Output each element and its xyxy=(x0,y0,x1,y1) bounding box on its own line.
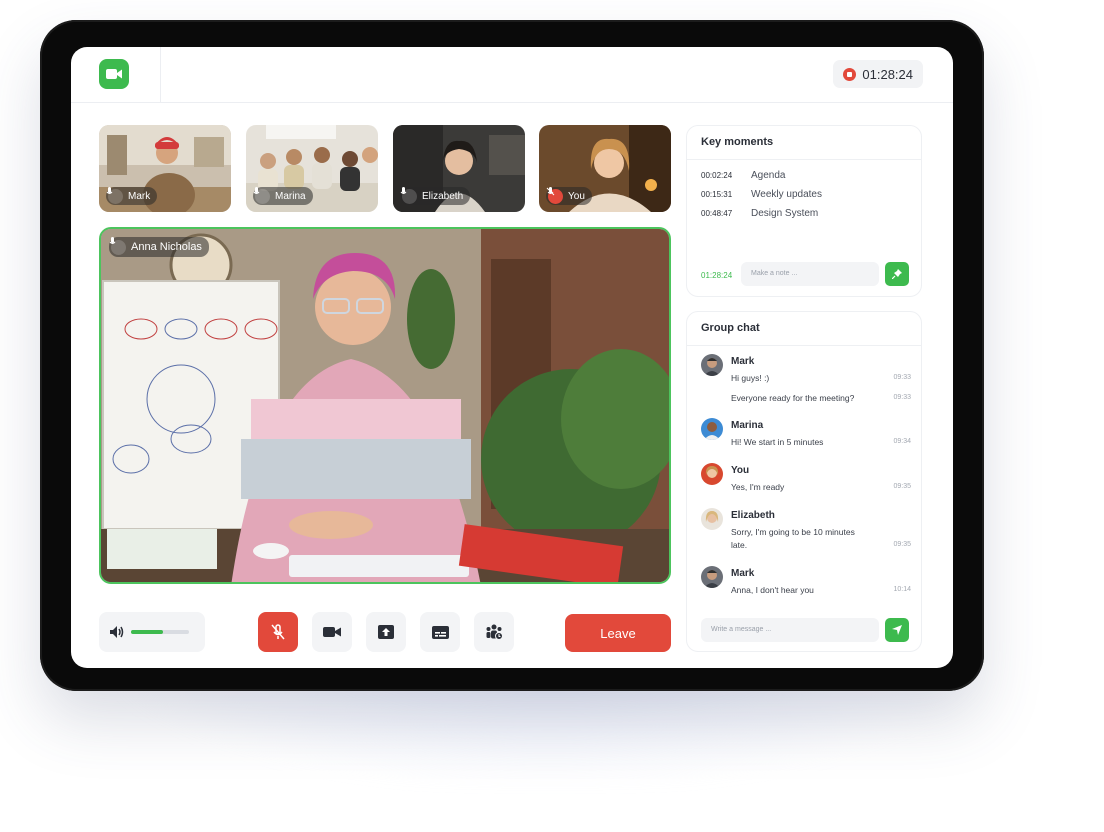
captions-button[interactable] xyxy=(420,612,460,652)
key-moments-title: Key moments xyxy=(687,126,921,160)
camera-button[interactable] xyxy=(312,612,352,652)
chat-sender: Marina xyxy=(731,420,764,431)
participant-tile-marina[interactable]: Marina xyxy=(246,125,378,212)
participant-name: You xyxy=(568,190,585,202)
participant-tile-you[interactable]: You xyxy=(539,125,671,212)
microphone-icon[interactable] xyxy=(109,237,126,255)
participant-label: Elizabeth xyxy=(400,187,471,205)
participant-tile-mark[interactable]: Mark xyxy=(99,125,231,212)
share-screen-icon xyxy=(378,625,394,639)
app-screen: 01:28:24 Mark Marina Elizabeth You Anna … xyxy=(71,47,953,668)
microphone-muted-icon[interactable] xyxy=(546,187,563,204)
microphone-icon[interactable] xyxy=(106,187,123,204)
participant-label: Marina xyxy=(253,187,313,205)
chat-text: Anna, I don't hear you xyxy=(731,585,814,595)
participant-name: Elizabeth xyxy=(422,190,464,202)
main-video[interactable]: Anna Nicholas xyxy=(99,227,671,584)
volume-icon[interactable] xyxy=(109,625,125,639)
leave-button[interactable]: Leave xyxy=(565,614,671,652)
key-moment-label: Weekly updates xyxy=(751,189,822,200)
chat-time: 09:33 xyxy=(893,394,911,401)
participant-name: Marina xyxy=(275,190,306,202)
note-timestamp: 01:28:24 xyxy=(701,271,733,280)
volume-control[interactable] xyxy=(99,612,205,652)
avatar xyxy=(701,418,723,440)
mute-microphone-button[interactable] xyxy=(258,612,298,652)
speaker-label: Anna Nicholas xyxy=(109,237,209,257)
volume-slider[interactable] xyxy=(131,630,189,634)
share-screen-button[interactable] xyxy=(366,612,406,652)
volume-slider-fill xyxy=(131,630,163,634)
key-moment-item[interactable]: 00:48:47 Design System xyxy=(701,208,818,219)
chat-text: Hi! We start in 5 minutes xyxy=(731,437,824,447)
avatar xyxy=(701,463,723,485)
send-icon xyxy=(892,625,902,635)
key-moment-item[interactable]: 00:15:31 Weekly updates xyxy=(701,189,822,200)
chat-sender: Mark xyxy=(731,568,755,579)
recording-indicator[interactable]: 01:28:24 xyxy=(833,60,923,88)
participant-label: Mark xyxy=(106,187,158,205)
chat-sender: You xyxy=(731,465,750,476)
avatar xyxy=(701,508,723,530)
speaker-name: Anna Nicholas xyxy=(131,241,202,253)
group-chat-title: Group chat xyxy=(687,312,921,346)
chat-message: Elizabeth Sorry, I'm going to be 10 minu… xyxy=(701,508,911,552)
chat-sender: Mark xyxy=(731,356,755,367)
top-bar: 01:28:24 xyxy=(71,47,953,103)
chat-text: Yes, I'm ready xyxy=(731,482,785,492)
pin-note-button[interactable] xyxy=(885,262,909,286)
microphone-icon[interactable] xyxy=(400,187,417,204)
chat-message: Mark Hi guys! :) 09:33 Everyone ready fo… xyxy=(701,354,911,404)
avatar xyxy=(701,566,723,588)
microphone-muted-icon xyxy=(271,624,285,640)
video-camera-icon[interactable] xyxy=(99,59,129,89)
chat-time: 09:35 xyxy=(893,483,911,490)
microphone-icon[interactable] xyxy=(253,187,270,204)
recording-time: 01:28:24 xyxy=(862,66,913,82)
avatar xyxy=(701,354,723,376)
key-moments-panel: Key moments 00:02:24 Agenda 00:15:31 Wee… xyxy=(686,125,922,297)
tablet-device: 01:28:24 Mark Marina Elizabeth You Anna … xyxy=(40,20,984,691)
key-moment-time: 00:02:24 xyxy=(701,171,733,180)
chat-time: 09:35 xyxy=(893,541,911,548)
key-moment-time: 00:48:47 xyxy=(701,209,733,218)
participant-name: Mark xyxy=(128,190,151,202)
chat-text: Hi guys! :) xyxy=(731,373,770,383)
key-moment-label: Agenda xyxy=(751,170,786,181)
participant-label: You xyxy=(546,187,592,205)
chat-text: Sorry, I'm going to be 10 minutes xyxy=(731,527,855,537)
message-input[interactable]: Write a message ... xyxy=(701,618,879,642)
chat-text: late. xyxy=(731,540,748,550)
send-message-button[interactable] xyxy=(885,618,909,642)
key-moment-time: 00:15:31 xyxy=(701,190,733,199)
key-moment-label: Design System xyxy=(751,208,819,219)
record-stop-icon xyxy=(843,67,857,81)
call-controls: Leave xyxy=(99,612,671,652)
chat-message: Mark Anna, I don't hear you 10:14 xyxy=(701,566,911,596)
group-chat-panel: Group chat Mark Hi guys! :) 09:33 Everyo… xyxy=(686,311,922,652)
participants-button[interactable] xyxy=(474,612,514,652)
chat-time: 10:14 xyxy=(893,586,911,593)
chat-message: Marina Hi! We start in 5 minutes 09:34 xyxy=(701,418,911,448)
chat-time: 09:34 xyxy=(893,438,911,445)
participants-icon xyxy=(486,624,503,640)
participant-tile-elizabeth[interactable]: Elizabeth xyxy=(393,125,525,212)
pin-icon xyxy=(892,269,902,279)
chat-sender: Elizabeth xyxy=(731,510,775,521)
camera-icon xyxy=(323,627,341,637)
logo-cell xyxy=(71,47,161,103)
chat-time: 09:33 xyxy=(893,374,911,381)
key-moment-item[interactable]: 00:02:24 Agenda xyxy=(701,170,785,181)
note-input[interactable]: Make a note ... xyxy=(741,262,879,286)
chat-text: Everyone ready for the meeting? xyxy=(731,393,855,403)
captions-icon xyxy=(431,625,449,639)
chat-message: You Yes, I'm ready 09:35 xyxy=(701,463,911,493)
